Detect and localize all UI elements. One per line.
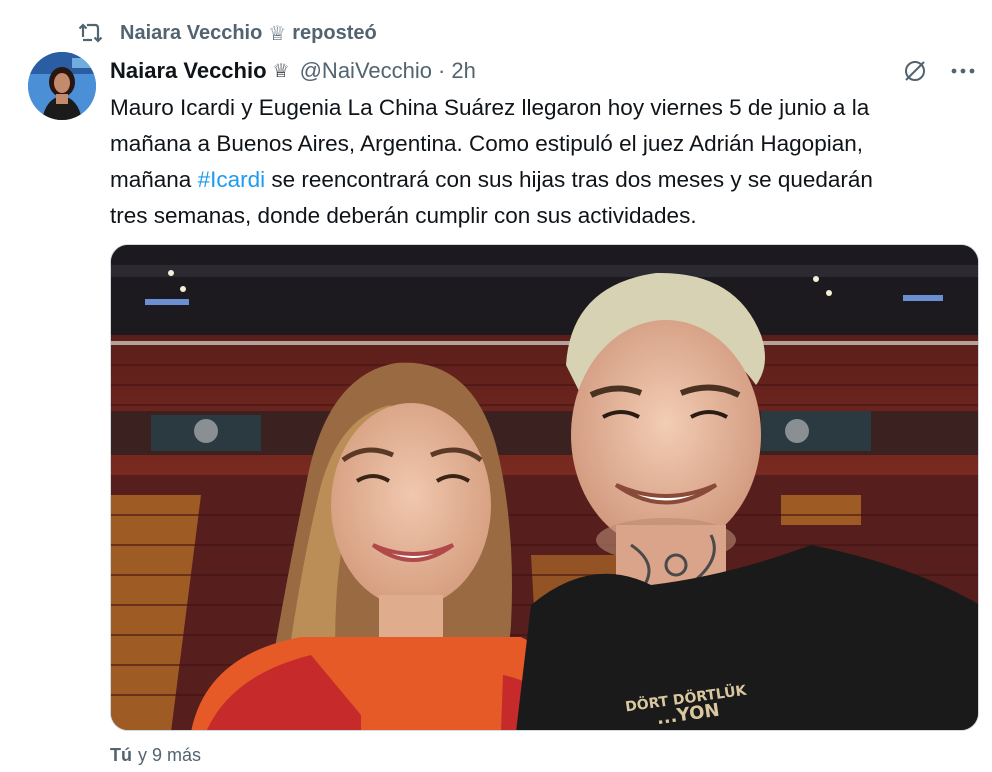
tweet-text-line-2: mañana a Buenos Aires, Argentina. Como e… (110, 131, 863, 156)
tweet-text-line-1: Mauro Icardi y Eugenia La China Suárez l… (110, 95, 870, 120)
tweet-header: Naiara Vecchio ♕ @NaiVecchio · 2h (110, 56, 476, 86)
repost-crown: ♕ (268, 22, 287, 45)
repost-user[interactable]: Naiara Vecchio (120, 22, 262, 45)
repost-action: reposteó (292, 21, 377, 44)
crown-emoji: ♕ (272, 60, 290, 82)
user-handle[interactable]: @NaiVecchio (300, 58, 432, 84)
liked-by[interactable]: Tú y 9 más (110, 742, 201, 768)
tweet-text-line-3: mañana #Icardi se reencontrará con sus h… (110, 162, 970, 198)
stadium-photo (111, 245, 978, 730)
hashtag-link[interactable]: #Icardi (198, 167, 266, 192)
display-name[interactable]: Naiara Vecchio (110, 58, 267, 84)
avatar[interactable] (28, 52, 96, 120)
more-horizontal-icon[interactable] (950, 66, 976, 76)
repost-icon (78, 22, 104, 44)
liked-by-others: y 9 más (138, 744, 202, 765)
tweet-text-line-4: tres semanas, donde deberán cumplir con … (110, 203, 697, 228)
tweet[interactable]: Naiara Vecchio ♕ reposteó Naiara Vecchio… (0, 0, 992, 772)
repost-context[interactable]: Naiara Vecchio ♕ reposteó (78, 18, 377, 48)
liked-by-you: Tú (110, 744, 132, 765)
avatar-photo (28, 52, 96, 120)
timestamp[interactable]: 2h (451, 58, 475, 84)
tweet-text-line-3-end: se reencontrará con sus hijas tras dos m… (265, 167, 873, 192)
tweet-text: Mauro Icardi y Eugenia La China Suárez l… (110, 90, 970, 234)
tweet-photo[interactable]: DÖRT DÖRTLÜK ...YON (110, 244, 979, 731)
slash-circle-icon[interactable] (902, 58, 928, 84)
tweet-top-actions (902, 56, 976, 86)
separator-dot: · (438, 58, 446, 83)
tweet-text-line-3-start: mañana (110, 167, 198, 192)
